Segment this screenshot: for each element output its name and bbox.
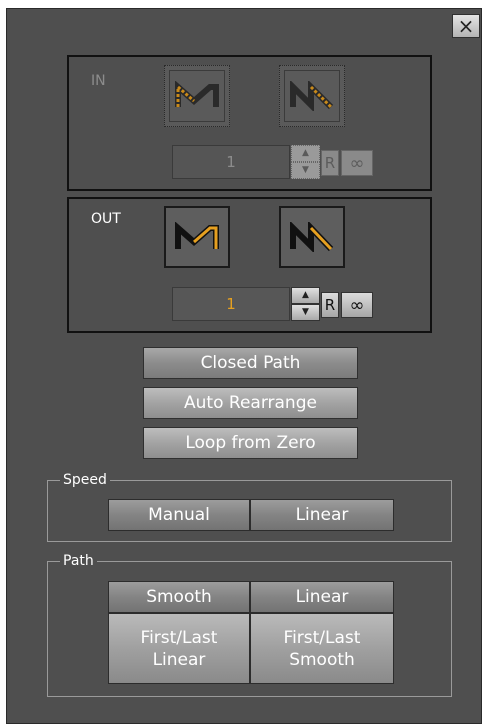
in-spin-up-button[interactable]: ▲ bbox=[291, 145, 320, 162]
out-value-field[interactable]: 1 bbox=[172, 287, 290, 321]
ease-in-out-m-icon bbox=[175, 222, 219, 249]
ease-n-icon bbox=[290, 81, 334, 111]
close-button[interactable]: × bbox=[452, 14, 480, 38]
speed-manual-button[interactable]: Manual bbox=[108, 499, 250, 531]
in-repeat-button[interactable]: R bbox=[321, 150, 339, 176]
in-ease-m-button[interactable] bbox=[164, 65, 230, 127]
in-infinite-button[interactable]: ∞ bbox=[341, 150, 373, 176]
closed-path-button[interactable]: Closed Path bbox=[143, 347, 358, 379]
speed-linear-button[interactable]: Linear bbox=[250, 499, 394, 531]
in-group: IN 1 ▲ ▼ R ∞ bbox=[67, 55, 432, 191]
close-icon: × bbox=[457, 14, 475, 38]
out-spin-down-button[interactable]: ▼ bbox=[291, 304, 320, 321]
speed-group: Speed Manual Linear bbox=[47, 470, 452, 542]
out-infinite-button[interactable]: ∞ bbox=[341, 292, 373, 318]
out-label: OUT bbox=[91, 211, 121, 227]
out-ease-n-button[interactable] bbox=[279, 206, 345, 268]
path-legend: Path bbox=[60, 551, 97, 571]
path-first-last-linear-label: First/Last Linear bbox=[140, 627, 218, 670]
out-group: OUT 1 ▲ ▼ R ∞ bbox=[67, 197, 432, 333]
ease-in-out-m-icon bbox=[175, 81, 219, 107]
path-group: Path Smooth Linear First/Last Linear Fir… bbox=[47, 551, 452, 697]
speed-legend: Speed bbox=[60, 470, 110, 490]
in-spinner[interactable]: ▲ ▼ bbox=[291, 145, 320, 179]
in-value-field[interactable]: 1 bbox=[172, 145, 290, 179]
path-first-last-smooth-button[interactable]: First/Last Smooth bbox=[250, 613, 394, 684]
auto-rearrange-button[interactable]: Auto Rearrange bbox=[143, 387, 358, 419]
path-smooth-button[interactable]: Smooth bbox=[108, 581, 250, 613]
in-label: IN bbox=[91, 73, 106, 89]
path-first-last-linear-button[interactable]: First/Last Linear bbox=[108, 613, 250, 684]
path-linear-button[interactable]: Linear bbox=[250, 581, 394, 613]
out-spin-up-button[interactable]: ▲ bbox=[291, 287, 320, 304]
loop-from-zero-button[interactable]: Loop from Zero bbox=[143, 427, 358, 459]
out-spinner[interactable]: ▲ ▼ bbox=[291, 287, 320, 321]
ease-n-icon bbox=[290, 222, 334, 252]
out-repeat-button[interactable]: R bbox=[321, 292, 339, 318]
out-ease-m-button[interactable] bbox=[164, 206, 230, 268]
path-first-last-smooth-label: First/Last Smooth bbox=[283, 627, 361, 670]
in-ease-n-button[interactable] bbox=[279, 65, 345, 127]
in-spin-down-button[interactable]: ▼ bbox=[291, 162, 320, 179]
